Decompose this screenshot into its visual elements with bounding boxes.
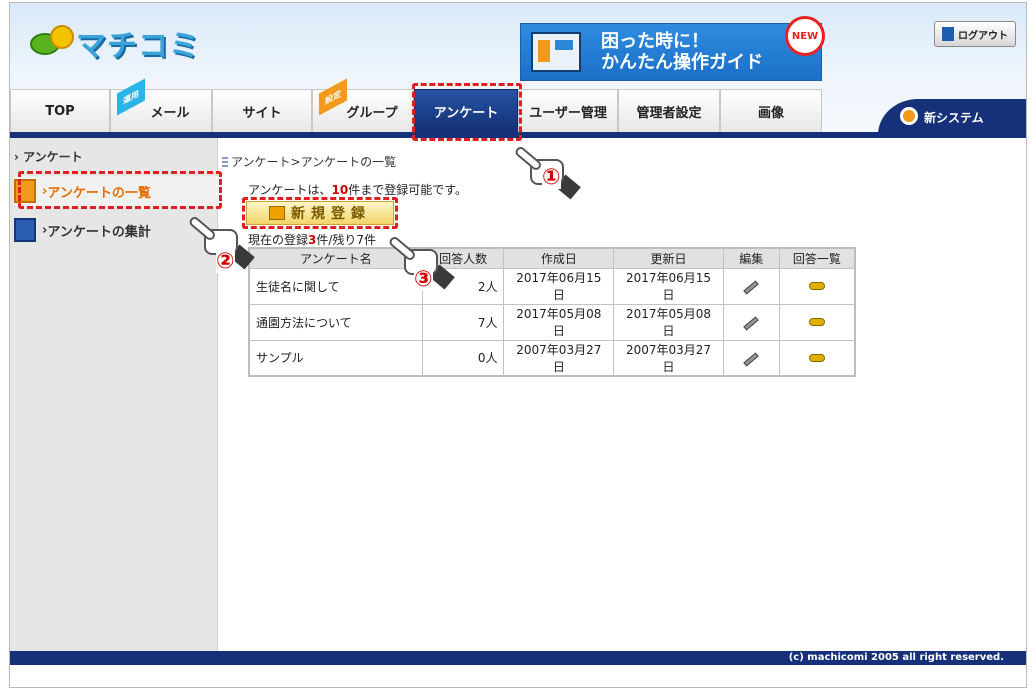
step-marker-3: ③ <box>414 267 433 292</box>
summary-icon <box>14 218 36 242</box>
tab-user-management[interactable]: ユーザー管理 <box>518 89 618 133</box>
logout-label: ログアウト <box>958 30 1008 42</box>
highlight-survey-list <box>18 171 222 209</box>
table-row: サンプル 0人 2007年03月27日 2007年03月27日 <box>248 339 856 377</box>
sidebar-item-label: アンケートの集計 <box>47 224 151 240</box>
created-date: 2017年05月08日 <box>503 303 615 341</box>
col-header: 編集 <box>722 247 780 269</box>
count-prefix: 現在の登録 <box>248 233 309 247</box>
banner-line-1: 困った時に！ <box>601 31 709 52</box>
operation-guide-banner[interactable]: 困った時に！ かんたん操作ガイド NEW <box>520 16 825 81</box>
tab-site[interactable]: サイト <box>212 89 312 133</box>
tab-images[interactable]: 画像 <box>720 89 822 133</box>
tab-label: TOP <box>45 104 75 119</box>
app-window: マチコミ 困った時に！ かんたん操作ガイド NEW ログアウト TOP 運用 メ… <box>9 2 1027 688</box>
edit-cell <box>722 267 780 305</box>
mascot-icon <box>28 21 76 65</box>
pencil-icon[interactable] <box>743 352 759 367</box>
tab-top[interactable]: TOP <box>10 89 110 133</box>
logout-icon <box>942 27 954 41</box>
registration-count: 現在の登録3件/残り7件 <box>248 231 376 248</box>
monitor-icon <box>531 32 581 72</box>
key-icon[interactable] <box>808 282 825 290</box>
key-icon[interactable] <box>808 318 825 326</box>
limit-number: 10 <box>331 183 349 197</box>
table-header-row: アンケート名 回答人数 作成日 更新日 編集 回答一覧 <box>248 247 856 269</box>
footer: (c) machicomi 2005 all right reserved. <box>10 651 1026 665</box>
logo-text: マチコミ <box>76 29 200 64</box>
col-header: 作成日 <box>503 247 615 269</box>
tab-label: メール <box>150 106 190 121</box>
updated-date: 2007年03月27日 <box>613 339 724 377</box>
edit-cell <box>722 339 780 377</box>
table-row: 生徒名に関して 2人 2017年06月15日 2017年06月15日 <box>248 267 856 305</box>
highlight-survey-tab <box>412 83 522 141</box>
sidebar-title: › アンケート <box>14 150 83 164</box>
pencil-icon[interactable] <box>743 280 759 295</box>
tab-tag-badge: 運用 <box>117 78 145 116</box>
responses-cell <box>778 267 856 305</box>
pencil-icon[interactable] <box>743 316 759 331</box>
logout-button[interactable]: ログアウト <box>934 21 1016 47</box>
step-marker-1: ① <box>542 165 561 190</box>
tab-label: ユーザー管理 <box>529 106 607 121</box>
breadcrumb-text: アンケート>アンケートの一覧 <box>231 155 397 169</box>
breadcrumb: アンケート>アンケートの一覧 <box>222 153 396 170</box>
limit-suffix: 件まで登録可能です。 <box>348 183 468 197</box>
response-count: 7人 <box>421 303 505 341</box>
created-date: 2017年06月15日 <box>503 267 615 305</box>
updated-date: 2017年06月15日 <box>613 267 724 305</box>
breadcrumb-marker-icon <box>222 156 228 169</box>
count-suffix: 件/残り7件 <box>316 233 377 247</box>
banner-text: 困った時に！ かんたん操作ガイド <box>601 31 763 73</box>
created-date: 2007年03月27日 <box>503 339 615 377</box>
registration-limit-text: アンケートは、10件まで登録可能です。 <box>248 181 467 198</box>
col-header: 回答一覧 <box>778 247 856 269</box>
new-badge: NEW <box>785 16 825 56</box>
survey-name: サンプル <box>248 339 423 377</box>
responses-cell <box>778 339 856 377</box>
survey-table: アンケート名 回答人数 作成日 更新日 編集 回答一覧 生徒名に関して 2人 2… <box>248 247 856 377</box>
new-system-link[interactable]: 新システム <box>878 99 1026 135</box>
highlight-new-button <box>242 197 398 229</box>
tab-group[interactable]: 設定 グループ <box>312 78 414 133</box>
step-marker-2: ② <box>216 249 235 274</box>
edit-cell <box>722 303 780 341</box>
machicomi-logo[interactable]: マチコミ <box>28 19 238 67</box>
banner-line-2: かんたん操作ガイド <box>601 52 763 73</box>
response-count: 0人 <box>421 339 505 377</box>
tab-label: サイト <box>242 106 282 121</box>
tab-label: 管理者設定 <box>636 106 702 121</box>
responses-cell <box>778 303 856 341</box>
col-header: 更新日 <box>613 247 724 269</box>
tab-mail[interactable]: 運用 メール <box>110 78 212 133</box>
sidebar: › アンケート › アンケートの一覧 › アンケートの集計 <box>10 138 218 651</box>
updated-date: 2017年05月08日 <box>613 303 724 341</box>
tab-label: 画像 <box>757 106 784 121</box>
tab-label: グループ <box>346 106 398 121</box>
survey-name: 通園方法について <box>248 303 423 341</box>
limit-prefix: アンケートは、 <box>248 183 332 197</box>
tab-admin-settings[interactable]: 管理者設定 <box>618 89 720 133</box>
table-row: 通園方法について 7人 2017年05月08日 2017年05月08日 <box>248 303 856 341</box>
tab-tag-badge: 設定 <box>319 78 347 116</box>
gear-icon <box>900 107 918 125</box>
sidebar-item-survey-summary[interactable]: › アンケートの集計 <box>14 215 218 245</box>
new-system-label: 新システム <box>924 110 984 125</box>
sidebar-title-text: アンケート <box>23 150 83 164</box>
key-icon[interactable] <box>808 353 825 362</box>
